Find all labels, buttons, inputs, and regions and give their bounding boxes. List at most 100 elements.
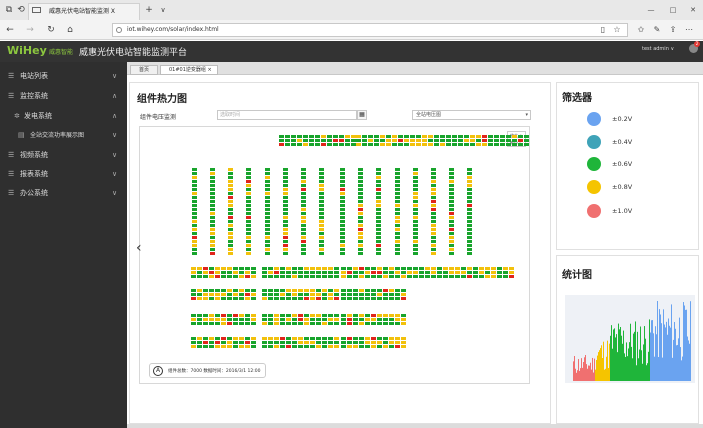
heatmap-cell xyxy=(431,271,436,274)
heatmap-cell xyxy=(368,139,373,142)
heatmap-cell xyxy=(246,188,251,191)
heatmap-cell xyxy=(395,267,400,270)
heatmap-cell xyxy=(298,289,303,292)
user-menu[interactable]: test admin ∨ xyxy=(642,46,674,52)
minimize-button[interactable]: — xyxy=(644,0,658,20)
close-window-button[interactable]: ✕ xyxy=(686,0,700,20)
heatmap-cell xyxy=(192,216,197,219)
stats-bar xyxy=(613,329,614,381)
sidebar-item-ac-power[interactable]: ▤ 全站交流功率展示图 ∨ xyxy=(0,126,127,145)
sidebar-item-power[interactable]: ✲ 发电系统 ∧ xyxy=(0,107,127,126)
filter-dot[interactable] xyxy=(587,204,601,218)
tab-inverter[interactable]: 01#01逆变器组 × xyxy=(160,65,218,75)
heatmap-cell xyxy=(359,314,364,317)
sidebar-item-report[interactable]: ☰ 报表系统 ∨ xyxy=(0,165,127,184)
tab-home[interactable]: 首页 xyxy=(130,65,158,75)
heatmap-cell xyxy=(227,275,232,278)
filter-dot[interactable] xyxy=(587,180,601,194)
sidebar-item-video[interactable]: ☰ 视频系统 ∨ xyxy=(0,146,127,165)
heatmap-cell xyxy=(221,271,226,274)
heatmap-cell xyxy=(268,275,273,278)
heatmap-cell xyxy=(347,271,352,274)
sidebar-item-monitor[interactable]: ☰ 监控系统 ∧ xyxy=(0,87,127,106)
map-type-select[interactable]: 全站电压图 ▾ xyxy=(412,110,531,120)
heatmap-cell xyxy=(191,293,196,296)
heatmap-cell xyxy=(458,143,463,146)
heatmap-cell xyxy=(431,200,436,203)
stats-bar xyxy=(609,343,610,381)
new-tab-button[interactable]: + xyxy=(143,0,155,20)
tab-menu-button[interactable]: ∨ xyxy=(158,0,168,20)
heatmap-cell xyxy=(476,139,481,142)
heatmap-cell xyxy=(392,143,397,146)
stats-bar xyxy=(642,363,643,381)
heatmap-cell xyxy=(376,240,381,243)
heatmap-cell xyxy=(395,200,400,203)
heatmap-cell xyxy=(464,139,469,142)
heatmap-cell xyxy=(246,212,251,215)
heatmap-cell xyxy=(283,204,288,207)
heatmap-cell xyxy=(197,297,202,300)
heatmap-cell xyxy=(251,297,256,300)
heatmap-cell xyxy=(215,345,220,348)
filter-dot[interactable] xyxy=(587,112,601,126)
heatmap-cell xyxy=(467,176,472,179)
heatmap-cell xyxy=(286,322,291,325)
heatmap-cell xyxy=(428,139,433,142)
sidebar-item-station-list[interactable]: ☰ 电站列表 ∨ xyxy=(0,67,127,86)
heatmap-cell xyxy=(203,293,208,296)
stats-bar xyxy=(649,319,650,381)
refresh-icon[interactable]: ↻ xyxy=(45,20,57,40)
heatmap-cell xyxy=(359,341,364,344)
favorite-star-icon[interactable]: ☆ xyxy=(612,20,622,40)
heatmap-cell xyxy=(506,135,511,138)
horizontal-scrollbar[interactable] xyxy=(127,424,703,428)
share-icon[interactable]: ⇪ xyxy=(668,20,678,40)
back-icon[interactable]: ← xyxy=(4,20,16,40)
heatmap-cell xyxy=(340,232,345,235)
more-icon[interactable]: ⋯ xyxy=(684,20,694,40)
heatmap-cell xyxy=(347,275,352,278)
heatmap-cell xyxy=(291,143,296,146)
stats-bar xyxy=(636,365,637,381)
heatmap-cell xyxy=(395,168,400,171)
heatmap-cell xyxy=(322,275,327,278)
heatmap-cell xyxy=(322,297,327,300)
heatmap-cell xyxy=(283,232,288,235)
forward-icon[interactable]: → xyxy=(24,20,36,40)
sidebar-item-office[interactable]: ☰ 办公系统 ∨ xyxy=(0,184,127,203)
url-input[interactable]: iot.wihey.com/solar/index.html xyxy=(112,23,628,37)
notification-badge[interactable]: 2 xyxy=(694,41,700,47)
stats-bar xyxy=(656,334,657,381)
heatmap-cell xyxy=(401,293,406,296)
stats-bar xyxy=(615,337,616,381)
filter-dot[interactable] xyxy=(587,135,601,149)
chevron-left-icon[interactable]: ‹ xyxy=(136,240,142,256)
maximize-button[interactable]: □ xyxy=(666,0,680,20)
heatmap-cell xyxy=(359,318,364,321)
heatmap-cell xyxy=(210,216,215,219)
filter-dot[interactable] xyxy=(587,157,601,171)
favorites-icon[interactable]: ✩ xyxy=(636,20,646,40)
tab-back-icon[interactable]: ⟲ xyxy=(15,0,27,20)
heatmap-cell xyxy=(353,341,358,344)
notes-icon[interactable]: ✎ xyxy=(652,20,662,40)
heatmap-cell xyxy=(298,337,303,340)
info-icon[interactable] xyxy=(116,27,122,33)
tab-preview-icon[interactable]: ⧉ xyxy=(3,0,15,20)
home-icon[interactable]: ⌂ xyxy=(64,20,76,40)
heatmap-cell xyxy=(358,196,363,199)
heatmap-cell xyxy=(437,275,442,278)
stats-bar xyxy=(601,345,602,381)
date-input[interactable]: 选取时间 xyxy=(217,110,357,120)
browser-tab[interactable]: 威惠光伏电站智能监测 X xyxy=(28,3,140,20)
reading-view-icon[interactable]: ▯ xyxy=(598,20,608,40)
stats-bar xyxy=(645,338,646,381)
heatmap-cell xyxy=(467,244,472,247)
calendar-icon[interactable]: ▦ xyxy=(357,110,367,120)
heatmap-cell xyxy=(197,341,202,344)
heatmap-cell xyxy=(268,289,273,292)
heatmap-cell xyxy=(377,293,382,296)
heatmap-cell xyxy=(395,337,400,340)
heatmap-cell xyxy=(389,341,394,344)
